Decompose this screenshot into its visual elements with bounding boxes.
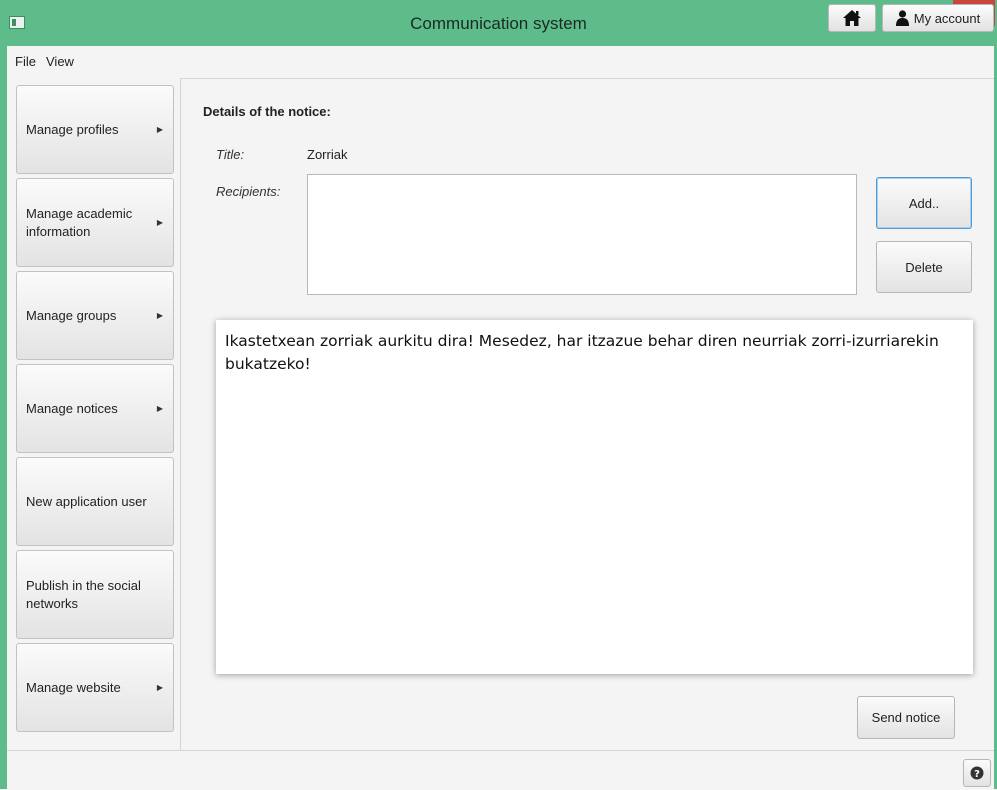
my-account-button[interactable]: My account	[882, 4, 994, 32]
title-label: Title:	[216, 147, 245, 162]
sidebar-item-new-application-user[interactable]: New application user	[16, 457, 174, 546]
title-value: Zorriak	[307, 147, 348, 162]
delete-recipient-button[interactable]: Delete	[876, 241, 972, 293]
sidebar-item-label: Manage website	[26, 679, 121, 695]
sidebar-item-label: Manage groups	[26, 307, 117, 323]
sidebar-item-manage-academic-information[interactable]: Manage academic information ▶	[16, 178, 174, 267]
home-icon	[843, 10, 861, 26]
sidebar-item-manage-website[interactable]: Manage website ▶	[16, 643, 174, 732]
section-title: Details of the notice:	[203, 104, 331, 119]
sidebar-item-label: Publish in the social networks	[26, 577, 141, 611]
add-recipient-button[interactable]: Add..	[876, 177, 972, 229]
sidebar-item-label: Manage profiles	[26, 121, 119, 137]
sidebar-item-manage-notices[interactable]: Manage notices ▶	[16, 364, 174, 453]
menu-bar: File View	[7, 46, 994, 79]
window-frame-left	[0, 46, 7, 789]
sidebar-item-manage-groups[interactable]: Manage groups ▶	[16, 271, 174, 360]
recipients-list[interactable]	[307, 174, 857, 295]
message-textarea[interactable]: Ikastetxean zorriak aurkitu dira! Mesede…	[216, 320, 973, 674]
home-button[interactable]	[828, 4, 876, 32]
sidebar: Manage profiles ▶ Manage academic inform…	[7, 78, 181, 750]
svg-text:?: ?	[974, 769, 980, 780]
send-notice-button[interactable]: Send notice	[857, 696, 955, 739]
sidebar-item-label: Manage academic information	[26, 205, 133, 239]
my-account-label: My account	[913, 10, 981, 26]
recipients-label: Recipients:	[216, 184, 281, 199]
menu-view[interactable]: View	[46, 54, 74, 69]
submenu-arrow-icon: ▶	[156, 125, 164, 134]
submenu-arrow-icon: ▶	[156, 218, 164, 227]
help-icon: ?	[970, 766, 984, 780]
submenu-arrow-icon: ▶	[156, 311, 164, 320]
help-button[interactable]: ?	[963, 759, 991, 787]
sidebar-item-label: New application user	[26, 493, 147, 509]
status-bar	[7, 750, 994, 790]
sidebar-item-publish-social-networks[interactable]: Publish in the social networks	[16, 550, 174, 639]
menu-file[interactable]: File	[15, 54, 36, 69]
user-icon	[895, 10, 909, 26]
submenu-arrow-icon: ▶	[156, 404, 164, 413]
sidebar-item-manage-profiles[interactable]: Manage profiles ▶	[16, 85, 174, 174]
submenu-arrow-icon: ▶	[156, 683, 164, 692]
sidebar-item-label: Manage notices	[26, 400, 118, 416]
